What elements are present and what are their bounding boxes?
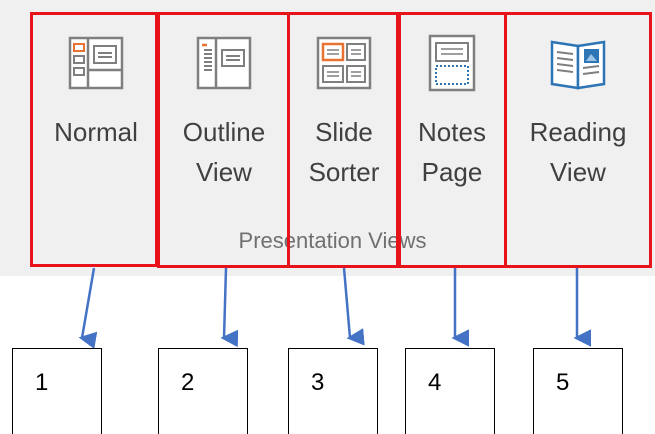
- callout-box-2: 2: [158, 348, 248, 434]
- callout-box-4: 4: [405, 348, 495, 434]
- arrow-2: [220, 267, 239, 348]
- callout-box-3: 3: [288, 348, 378, 434]
- callout-box-5: 5: [533, 348, 623, 434]
- callout-box-1: 1: [12, 348, 102, 434]
- arrow-3: [342, 267, 365, 346]
- arrow-1: [78, 267, 98, 349]
